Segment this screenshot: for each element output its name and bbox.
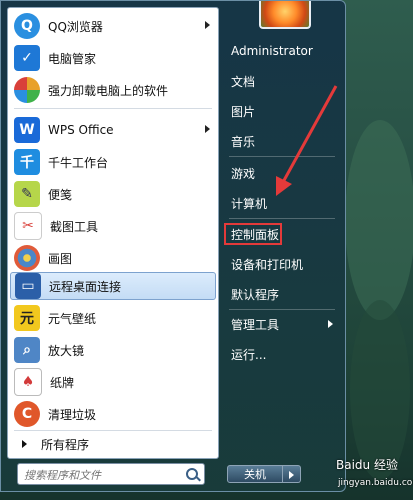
program-label: 画图 <box>48 251 73 266</box>
program-item[interactable]: 强力卸载电脑上的软件 <box>10 76 216 104</box>
chevron-right-icon <box>205 21 210 29</box>
program-item[interactable]: C 清理垃圾 <box>10 400 216 428</box>
annotation-arrow <box>276 85 338 196</box>
right-item-label: 文档 <box>231 74 256 89</box>
program-label: 清理垃圾 <box>48 407 97 422</box>
program-label: 千牛工作台 <box>48 155 109 170</box>
right-item-label: 管理工具 <box>231 317 280 332</box>
program-label: QQ浏览器 <box>48 19 103 34</box>
watermark-brand: Baidu 经验 <box>336 458 398 472</box>
paint-icon <box>14 245 40 271</box>
shutdown-label: 关机 <box>244 468 266 481</box>
program-label: WPS Office <box>48 123 114 137</box>
shutdown-options-button[interactable] <box>283 465 301 483</box>
chevron-right-icon <box>328 320 333 328</box>
program-item-selected[interactable]: ▭ 远程桌面连接 <box>10 272 216 300</box>
remote-desktop-icon: ▭ <box>15 273 41 299</box>
qq-browser-icon: Q <box>14 13 40 39</box>
right-item-label: 图片 <box>231 104 256 119</box>
program-label: 便笺 <box>48 187 73 202</box>
user-avatar[interactable] <box>259 1 311 29</box>
program-label: 纸牌 <box>50 375 75 390</box>
program-item[interactable]: 元 元气壁纸 <box>10 304 216 332</box>
qianniu-icon: 千 <box>14 149 40 175</box>
right-item-label: 计算机 <box>231 196 268 211</box>
program-item[interactable]: ♠ 纸牌 <box>10 368 216 396</box>
wps-office-icon: W <box>14 117 40 143</box>
right-item-label: Administrator <box>231 44 313 58</box>
tree-shape <box>350 300 410 480</box>
right-item-default-programs[interactable]: 默认程序 <box>225 282 337 306</box>
all-programs-label: 所有程序 <box>41 437 90 452</box>
program-item[interactable]: ⌕ 放大镜 <box>10 336 216 364</box>
right-item-run[interactable]: 运行... <box>225 342 337 366</box>
search-box[interactable] <box>17 463 205 485</box>
right-item-label: 设备和打印机 <box>231 257 304 272</box>
cleanup-icon: C <box>14 401 40 427</box>
divider <box>229 218 335 219</box>
all-programs-button[interactable]: 所有程序 <box>10 432 216 456</box>
program-item[interactable]: ✎ 便笺 <box>10 180 216 208</box>
program-label: 截图工具 <box>50 219 99 234</box>
chevron-right-icon <box>22 440 27 448</box>
program-label: 元气壁纸 <box>48 311 97 326</box>
program-item[interactable]: 千 千牛工作台 <box>10 148 216 176</box>
solitaire-icon: ♠ <box>14 368 42 396</box>
magnifier-icon: ⌕ <box>14 337 40 363</box>
program-item[interactable]: 画图 <box>10 244 216 272</box>
pc-manager-icon: ✓ <box>14 45 40 71</box>
wallpaper-icon: 元 <box>14 305 40 331</box>
program-item[interactable]: Q QQ浏览器 <box>10 12 216 40</box>
programs-pane: Q QQ浏览器 ✓ 电脑管家 强力卸载电脑上的软件 W WPS Office 千… <box>7 7 219 459</box>
start-menu: Q QQ浏览器 ✓ 电脑管家 强力卸载电脑上的软件 W WPS Office 千… <box>0 0 346 492</box>
sticky-notes-icon: ✎ <box>14 181 40 207</box>
watermark-url: jingyan.baidu.com <box>338 478 413 488</box>
highlight-box <box>224 223 282 245</box>
right-item-label: 默认程序 <box>231 287 280 302</box>
program-item[interactable]: W WPS Office <box>10 116 216 144</box>
tree-shape <box>345 120 413 320</box>
right-item-admin-tools[interactable]: 管理工具 <box>225 312 337 336</box>
chevron-right-icon <box>289 471 294 479</box>
right-item-label: 游戏 <box>231 166 256 181</box>
right-item-label: 运行... <box>231 347 267 362</box>
divider <box>14 430 212 431</box>
right-item-administrator[interactable]: Administrator <box>225 39 337 63</box>
program-item[interactable]: ✓ 电脑管家 <box>10 44 216 72</box>
right-item-devices-printers[interactable]: 设备和打印机 <box>225 252 337 276</box>
snipping-tool-icon: ✂ <box>14 212 42 240</box>
right-item-label: 音乐 <box>231 134 256 149</box>
divider <box>229 309 335 310</box>
program-item[interactable]: ✂ 截图工具 <box>10 212 216 240</box>
program-label: 远程桌面连接 <box>49 279 122 294</box>
uninstaller-icon <box>14 77 40 103</box>
divider <box>14 108 212 109</box>
search-icon[interactable] <box>186 468 198 480</box>
program-label: 放大镜 <box>48 343 85 358</box>
program-label: 强力卸载电脑上的软件 <box>48 83 169 98</box>
program-label: 电脑管家 <box>48 51 97 66</box>
chevron-right-icon <box>205 125 210 133</box>
shutdown-button[interactable]: 关机 <box>227 465 283 483</box>
search-input[interactable] <box>22 465 186 485</box>
